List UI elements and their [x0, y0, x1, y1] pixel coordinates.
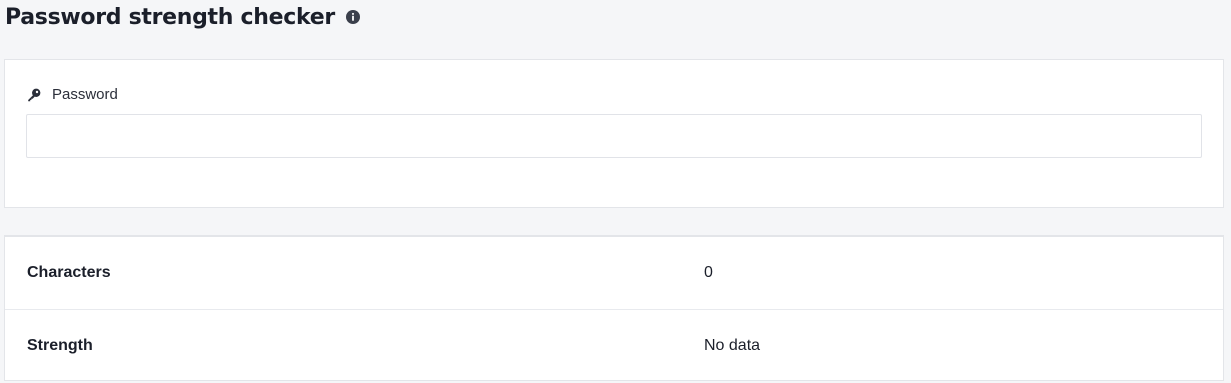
- results-table: Characters 0 Strength No data: [4, 235, 1224, 381]
- password-label-text: Password: [52, 86, 118, 103]
- key-icon: [27, 88, 41, 102]
- result-row-strength: Strength No data: [5, 309, 1223, 382]
- password-field-label: Password: [27, 86, 118, 103]
- password-input-card: Password: [4, 59, 1224, 208]
- characters-value: 0: [704, 264, 713, 281]
- strength-value: No data: [704, 337, 761, 354]
- info-circle-icon[interactable]: [345, 10, 360, 24]
- page-title: Password strength checker: [5, 4, 335, 30]
- result-row-characters: Characters 0: [5, 237, 1223, 309]
- page-header: Password strength checker: [5, 0, 360, 34]
- password-input[interactable]: [26, 114, 1202, 158]
- strength-label: Strength: [27, 337, 93, 354]
- characters-label: Characters: [27, 264, 111, 281]
